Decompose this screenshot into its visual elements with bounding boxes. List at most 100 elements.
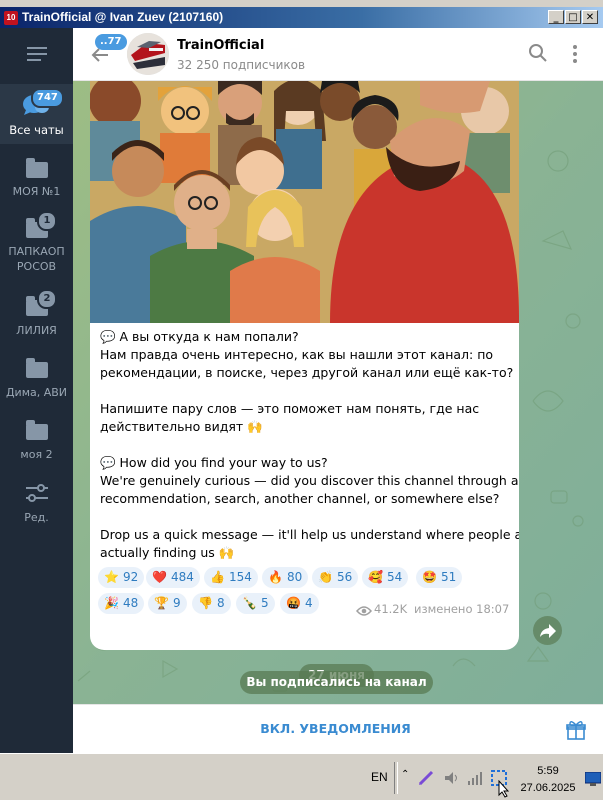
party-popper-emoji-icon: 🎉 xyxy=(104,596,119,610)
thumbs-down-emoji-icon: 👎 xyxy=(198,596,213,610)
forward-button[interactable] xyxy=(533,616,562,645)
show-hidden-icons-button[interactable]: ⌃ xyxy=(401,769,409,780)
mouse-cursor-icon xyxy=(498,780,510,798)
sidebar-item-label: ЛИЛИЯ xyxy=(16,324,57,337)
post-text-line: рекомендации, в поиске, через другой кан… xyxy=(100,365,514,380)
telegram-app: 747 Все чаты МОЯ №1 1 ПАПКАОП РОСОВ 2 ЛИ… xyxy=(0,28,603,754)
reaction-party[interactable]: 🎉 48 xyxy=(98,593,145,614)
post-text-line: We're genuinely curious — did you discov… xyxy=(100,473,519,488)
network-signal-icon[interactable] xyxy=(467,770,483,786)
reaction-count: 4 xyxy=(304,596,313,610)
sidebar-item-label: МОЯ №1 xyxy=(12,185,61,198)
reaction-heart[interactable]: ❤️ 484 xyxy=(146,567,200,588)
unread-count-badge: ..77 xyxy=(95,34,127,50)
post-text-line: Нам правда очень интересно, как вы нашли… xyxy=(100,347,494,362)
reaction-count: 9 xyxy=(172,596,181,610)
channel-name[interactable]: TrainOfficial xyxy=(177,38,264,53)
reaction-clap[interactable]: 👏 56 xyxy=(312,567,359,588)
clock-date[interactable]: 27.06.2025 xyxy=(513,782,583,794)
pen-icon[interactable] xyxy=(418,770,434,786)
train-logo-image xyxy=(127,33,169,75)
window-title: TrainOfficial @ Ivan Zuev (2107160) xyxy=(22,10,224,24)
chat-header: ..77 TrainOfficial 32 250 подписчиков xyxy=(73,28,603,81)
eye-icon xyxy=(356,606,372,616)
close-button[interactable]: ✕ xyxy=(582,10,598,24)
trophy-emoji-icon: 🏆 xyxy=(154,596,169,610)
champagne-emoji-icon: 🍾 xyxy=(242,596,257,610)
edited-timestamp: изменено 18:07 xyxy=(414,602,510,616)
clock-time[interactable]: 5:59 xyxy=(513,765,583,777)
unread-badge: 747 xyxy=(31,88,64,108)
fire-emoji-icon: 🔥 xyxy=(268,570,283,584)
app-icon: 10 xyxy=(4,11,18,25)
reaction-count: 51 xyxy=(440,570,457,584)
post-illustration-image[interactable] xyxy=(90,81,519,323)
reaction-count: 154 xyxy=(228,570,252,584)
reaction-count: 80 xyxy=(286,570,303,584)
sidebar-item-label: Дима, АВИ xyxy=(5,386,68,399)
post-text-line: actually finding us 🙌 xyxy=(100,545,235,560)
sidebar-item-liliya[interactable]: 2 ЛИЛИЯ xyxy=(0,286,73,344)
gift-button[interactable] xyxy=(566,720,586,740)
reaction-star[interactable]: ⭐ 92 xyxy=(98,567,145,588)
main-menu-button[interactable] xyxy=(0,28,73,80)
sidebar-item-dima-avi[interactable]: Дима, АВИ xyxy=(0,348,73,406)
subscribed-service-message: Вы подписались на канал xyxy=(240,671,433,694)
post-text-line: действительно видят 🙌 xyxy=(100,419,263,434)
language-indicator[interactable]: EN xyxy=(371,770,388,784)
minimize-button[interactable]: _ xyxy=(548,10,564,24)
sidebar-item-label: Все чаты xyxy=(9,123,64,137)
enable-notifications-button[interactable]: ВКЛ. УВЕДОМЛЕНИЯ xyxy=(233,721,438,736)
volume-icon[interactable] xyxy=(443,770,459,786)
sliders-icon xyxy=(26,484,48,502)
reaction-count: 56 xyxy=(336,570,353,584)
folder-icon xyxy=(26,420,48,440)
sidebar-item-edit[interactable]: Ред. xyxy=(0,472,73,530)
angry-face-emoji-icon: 🤬 xyxy=(286,596,301,610)
window-titlebar[interactable]: 10 TrainOfficial @ Ivan Zuev (2107160) _… xyxy=(0,7,603,28)
reaction-fire[interactable]: 🔥 80 xyxy=(262,567,309,588)
windows-taskbar: EN ⌃ 5:59 27.06.2025 xyxy=(0,753,603,800)
more-menu-button[interactable] xyxy=(569,43,581,65)
back-button[interactable]: ..77 xyxy=(87,34,127,66)
post-text-line xyxy=(100,382,512,400)
reaction-count: 92 xyxy=(122,570,139,584)
sidebar-item-all-chats[interactable]: 747 Все чаты xyxy=(0,84,73,144)
view-count: 41.2K xyxy=(374,602,408,616)
subscriber-count: 32 250 подписчиков xyxy=(177,58,306,72)
sidebar-item-label: моя 2 xyxy=(20,448,53,461)
reaction-thumbs-down[interactable]: 👎 8 xyxy=(192,593,231,614)
reaction-champagne[interactable]: 🍾 5 xyxy=(236,593,275,614)
sidebar-item-label-line2: РОСОВ xyxy=(16,260,57,273)
sidebar-item-label: Ред. xyxy=(24,511,49,524)
clap-emoji-icon: 👏 xyxy=(318,570,333,584)
search-button[interactable] xyxy=(528,43,550,65)
search-icon xyxy=(529,44,547,62)
reaction-angry[interactable]: 🤬 4 xyxy=(280,593,319,614)
vertical-dots-icon xyxy=(573,45,577,63)
sidebar-item-papkaoprosov[interactable]: 1 ПАПКАОП РОСОВ xyxy=(0,210,73,276)
reaction-count: 484 xyxy=(170,570,194,584)
unread-badge: 1 xyxy=(37,211,57,231)
reaction-count: 48 xyxy=(122,596,139,610)
tray-separator xyxy=(394,762,398,794)
reaction-smiling-hearts[interactable]: 🥰 54 xyxy=(362,567,409,588)
post-text-line: Drop us a quick message — it'll help us … xyxy=(100,527,519,542)
sidebar-item-moya-2[interactable]: моя 2 xyxy=(0,410,73,468)
star-emoji-icon: ⭐ xyxy=(104,570,119,584)
maximize-button[interactable]: □ xyxy=(565,10,581,24)
reaction-trophy[interactable]: 🏆 9 xyxy=(148,593,187,614)
post-text-line: Напишите пару слов — это поможет нам пон… xyxy=(100,401,480,416)
folders-sidebar: 747 Все чаты МОЯ №1 1 ПАПКАОП РОСОВ 2 ЛИ… xyxy=(0,28,73,753)
sidebar-item-moya-1[interactable]: МОЯ №1 xyxy=(0,150,73,208)
channel-avatar[interactable] xyxy=(127,33,169,75)
folder-icon xyxy=(26,358,48,378)
arrow-left-icon xyxy=(91,48,108,62)
show-desktop-icon[interactable] xyxy=(585,772,601,786)
chat-area[interactable]: 💬 А вы откуда к нам попали? Нам правда о… xyxy=(73,81,603,704)
reaction-thumbs-up[interactable]: 👍 154 xyxy=(204,567,258,588)
channel-post[interactable]: 💬 А вы откуда к нам попали? Нам правда о… xyxy=(90,81,519,650)
reaction-star-struck[interactable]: 🤩 51 xyxy=(416,567,463,588)
hamburger-icon xyxy=(27,47,47,61)
share-arrow-icon xyxy=(540,624,556,638)
